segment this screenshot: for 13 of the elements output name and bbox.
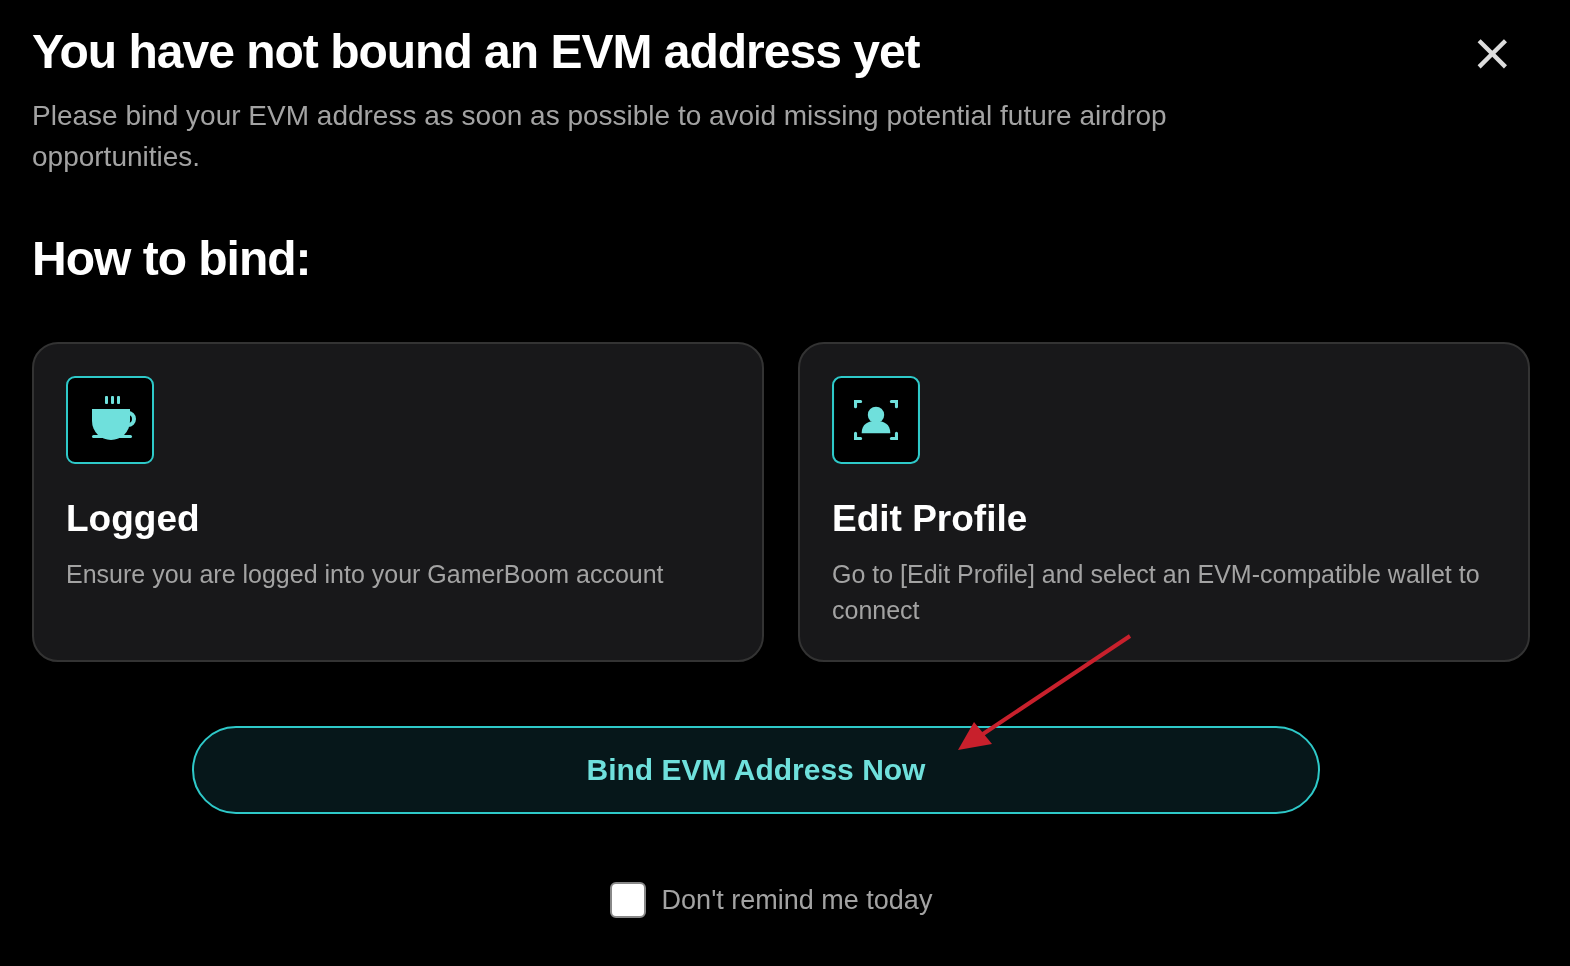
checkbox[interactable] [609, 882, 646, 918]
step-title: Logged [66, 498, 201, 540]
step-description: Go to [Edit Profile] and select an EVM-compatible wallet to connect [832, 559, 1481, 626]
user-scan-icon [832, 376, 920, 464]
close-button[interactable]: × [1452, 25, 1532, 78]
checkbox-label[interactable]: Don't remind me today [661, 884, 933, 916]
dialog-message: Please bind your EVM address as soon as possible to avoid missing potential future airdrop opportunities. [32, 99, 1168, 174]
step-description: Ensure you are logged into your GamerBoom account [66, 559, 665, 590]
step-title: Edit Profile [832, 498, 1029, 540]
dialog-title: You have not bound an EVM address yet [32, 24, 920, 79]
cup-icon [66, 376, 154, 464]
bind-button[interactable]: Bind EVM Address Now [192, 726, 1320, 814]
section-title: How to bind: [32, 231, 312, 286]
